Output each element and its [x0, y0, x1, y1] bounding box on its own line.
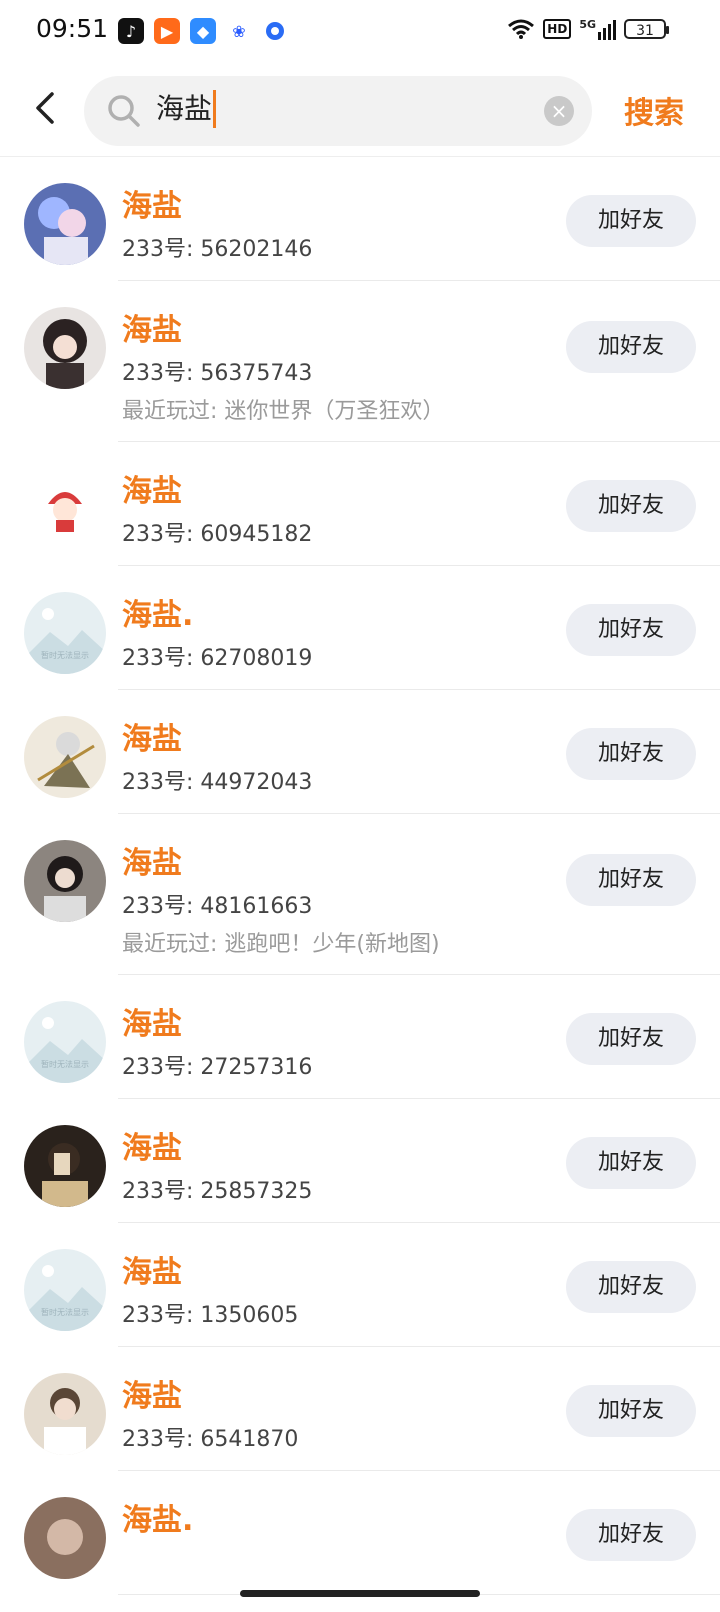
svg-text:暂时无法显示: 暂时无法显示	[41, 650, 89, 660]
recently-played: 最近玩过: 逃跑吧！少年(新地图)	[122, 932, 440, 957]
add-friend-button[interactable]: 加好友	[566, 1013, 696, 1065]
user-id: 233号: 1350605	[122, 1303, 299, 1328]
avatar[interactable]	[24, 183, 106, 265]
avatar[interactable]	[24, 468, 106, 550]
result-row[interactable]: 海盐 233号: 25857325 加好友	[0, 1099, 720, 1223]
clear-icon[interactable]: ×	[544, 96, 574, 126]
result-row[interactable]: 海盐 233号: 48161663 最近玩过: 逃跑吧！少年(新地图) 加好友	[0, 814, 720, 975]
search-box[interactable]: 海盐 ×	[84, 76, 592, 146]
search-header: 海盐 × 搜索	[0, 64, 720, 157]
add-friend-button[interactable]: 加好友	[566, 195, 696, 247]
user-id: 233号: 25857325	[122, 1179, 313, 1204]
avatar[interactable]	[24, 1373, 106, 1455]
user-name: 海盐.	[122, 1503, 194, 1538]
user-name: 海盐	[122, 1255, 182, 1290]
add-friend-button[interactable]: 加好友	[566, 1509, 696, 1561]
baidu-icon: ❀	[226, 18, 252, 44]
avatar[interactable]: 暂时无法显示	[24, 1249, 106, 1331]
user-id: 233号: 60945182	[122, 522, 313, 547]
avatar[interactable]: 暂时无法显示	[24, 592, 106, 674]
battery-icon: 31	[624, 19, 669, 39]
add-friend-button[interactable]: 加好友	[566, 1137, 696, 1189]
avatar[interactable]: 暂时无法显示	[24, 1001, 106, 1083]
hd-icon: HD	[543, 19, 572, 39]
notification-icons: ♪ ▶ ◆ ❀	[118, 18, 288, 44]
status-bar: 09:51 ♪ ▶ ◆ ❀ HD 5G 31	[0, 0, 720, 64]
user-name: 海盐	[122, 1379, 182, 1414]
search-icon	[108, 95, 140, 127]
chevron-left-icon	[36, 92, 54, 124]
user-name: 海盐	[122, 1131, 182, 1166]
back-button[interactable]	[30, 88, 60, 128]
avatar[interactable]	[24, 716, 106, 798]
user-name: 海盐	[122, 722, 182, 757]
results-list: 海盐 233号: 56202146 加好友 海盐 233号: 56375743 最近玩过:…	[0, 157, 720, 1595]
result-row[interactable]: 暂时无法显示 海盐. 233号: 62708019 加好友	[0, 566, 720, 690]
result-row[interactable]: 暂时无法显示 海盐 233号: 1350605 加好友	[0, 1223, 720, 1347]
user-id: 233号: 6541870	[122, 1427, 299, 1452]
avatar[interactable]	[24, 840, 106, 922]
user-name: 海盐	[122, 474, 182, 509]
system-icons: HD 5G 31	[507, 18, 669, 40]
result-row[interactable]: 海盐 233号: 60945182 加好友	[0, 442, 720, 566]
kuaishou-icon: ▶	[154, 18, 180, 44]
add-friend-button[interactable]: 加好友	[566, 604, 696, 656]
add-friend-button[interactable]: 加好友	[566, 854, 696, 906]
user-name: 海盐	[122, 189, 182, 224]
result-row[interactable]: 海盐 233号: 56202146 加好友	[0, 157, 720, 281]
add-friend-button[interactable]: 加好友	[566, 480, 696, 532]
result-row[interactable]: 海盐 233号: 6541870 加好友	[0, 1347, 720, 1471]
app-icon: ◆	[190, 18, 216, 44]
add-friend-button[interactable]: 加好友	[566, 1261, 696, 1313]
browser-icon	[262, 18, 288, 44]
add-friend-button[interactable]: 加好友	[566, 321, 696, 373]
result-row[interactable]: 海盐. 加好友	[0, 1471, 720, 1595]
user-id: 233号: 62708019	[122, 646, 313, 671]
user-id: 233号: 27257316	[122, 1055, 313, 1080]
user-id: 233号: 56202146	[122, 237, 313, 262]
avatar[interactable]	[24, 1125, 106, 1207]
user-id: 233号: 44972043	[122, 770, 313, 795]
add-friend-button[interactable]: 加好友	[566, 728, 696, 780]
add-friend-button[interactable]: 加好友	[566, 1385, 696, 1437]
user-id: 233号: 48161663	[122, 894, 313, 919]
home-indicator[interactable]	[240, 1590, 480, 1597]
search-button[interactable]: 搜索	[624, 88, 684, 132]
user-name: 海盐.	[122, 598, 194, 633]
tiktok-icon: ♪	[118, 18, 144, 44]
search-input[interactable]: 海盐	[156, 90, 217, 128]
user-name: 海盐	[122, 1007, 182, 1042]
recently-played: 最近玩过: 迷你世界（万圣狂欢）	[122, 399, 445, 424]
user-id: 233号: 56375743	[122, 361, 313, 386]
svg-text:暂时无法显示: 暂时无法显示	[41, 1307, 89, 1317]
result-row[interactable]: 海盐 233号: 56375743 最近玩过: 迷你世界（万圣狂欢） 加好友	[0, 281, 720, 442]
svg-text:暂时无法显示: 暂时无法显示	[41, 1059, 89, 1069]
user-name: 海盐	[122, 846, 182, 881]
status-time: 09:51	[36, 14, 109, 43]
result-row[interactable]: 海盐 233号: 44972043 加好友	[0, 690, 720, 814]
signal-icon: 5G	[579, 18, 616, 40]
user-name: 海盐	[122, 313, 182, 348]
avatar[interactable]	[24, 307, 106, 389]
result-row[interactable]: 暂时无法显示 海盐 233号: 27257316 加好友	[0, 975, 720, 1099]
avatar[interactable]	[24, 1497, 106, 1579]
wifi-icon	[508, 19, 535, 39]
